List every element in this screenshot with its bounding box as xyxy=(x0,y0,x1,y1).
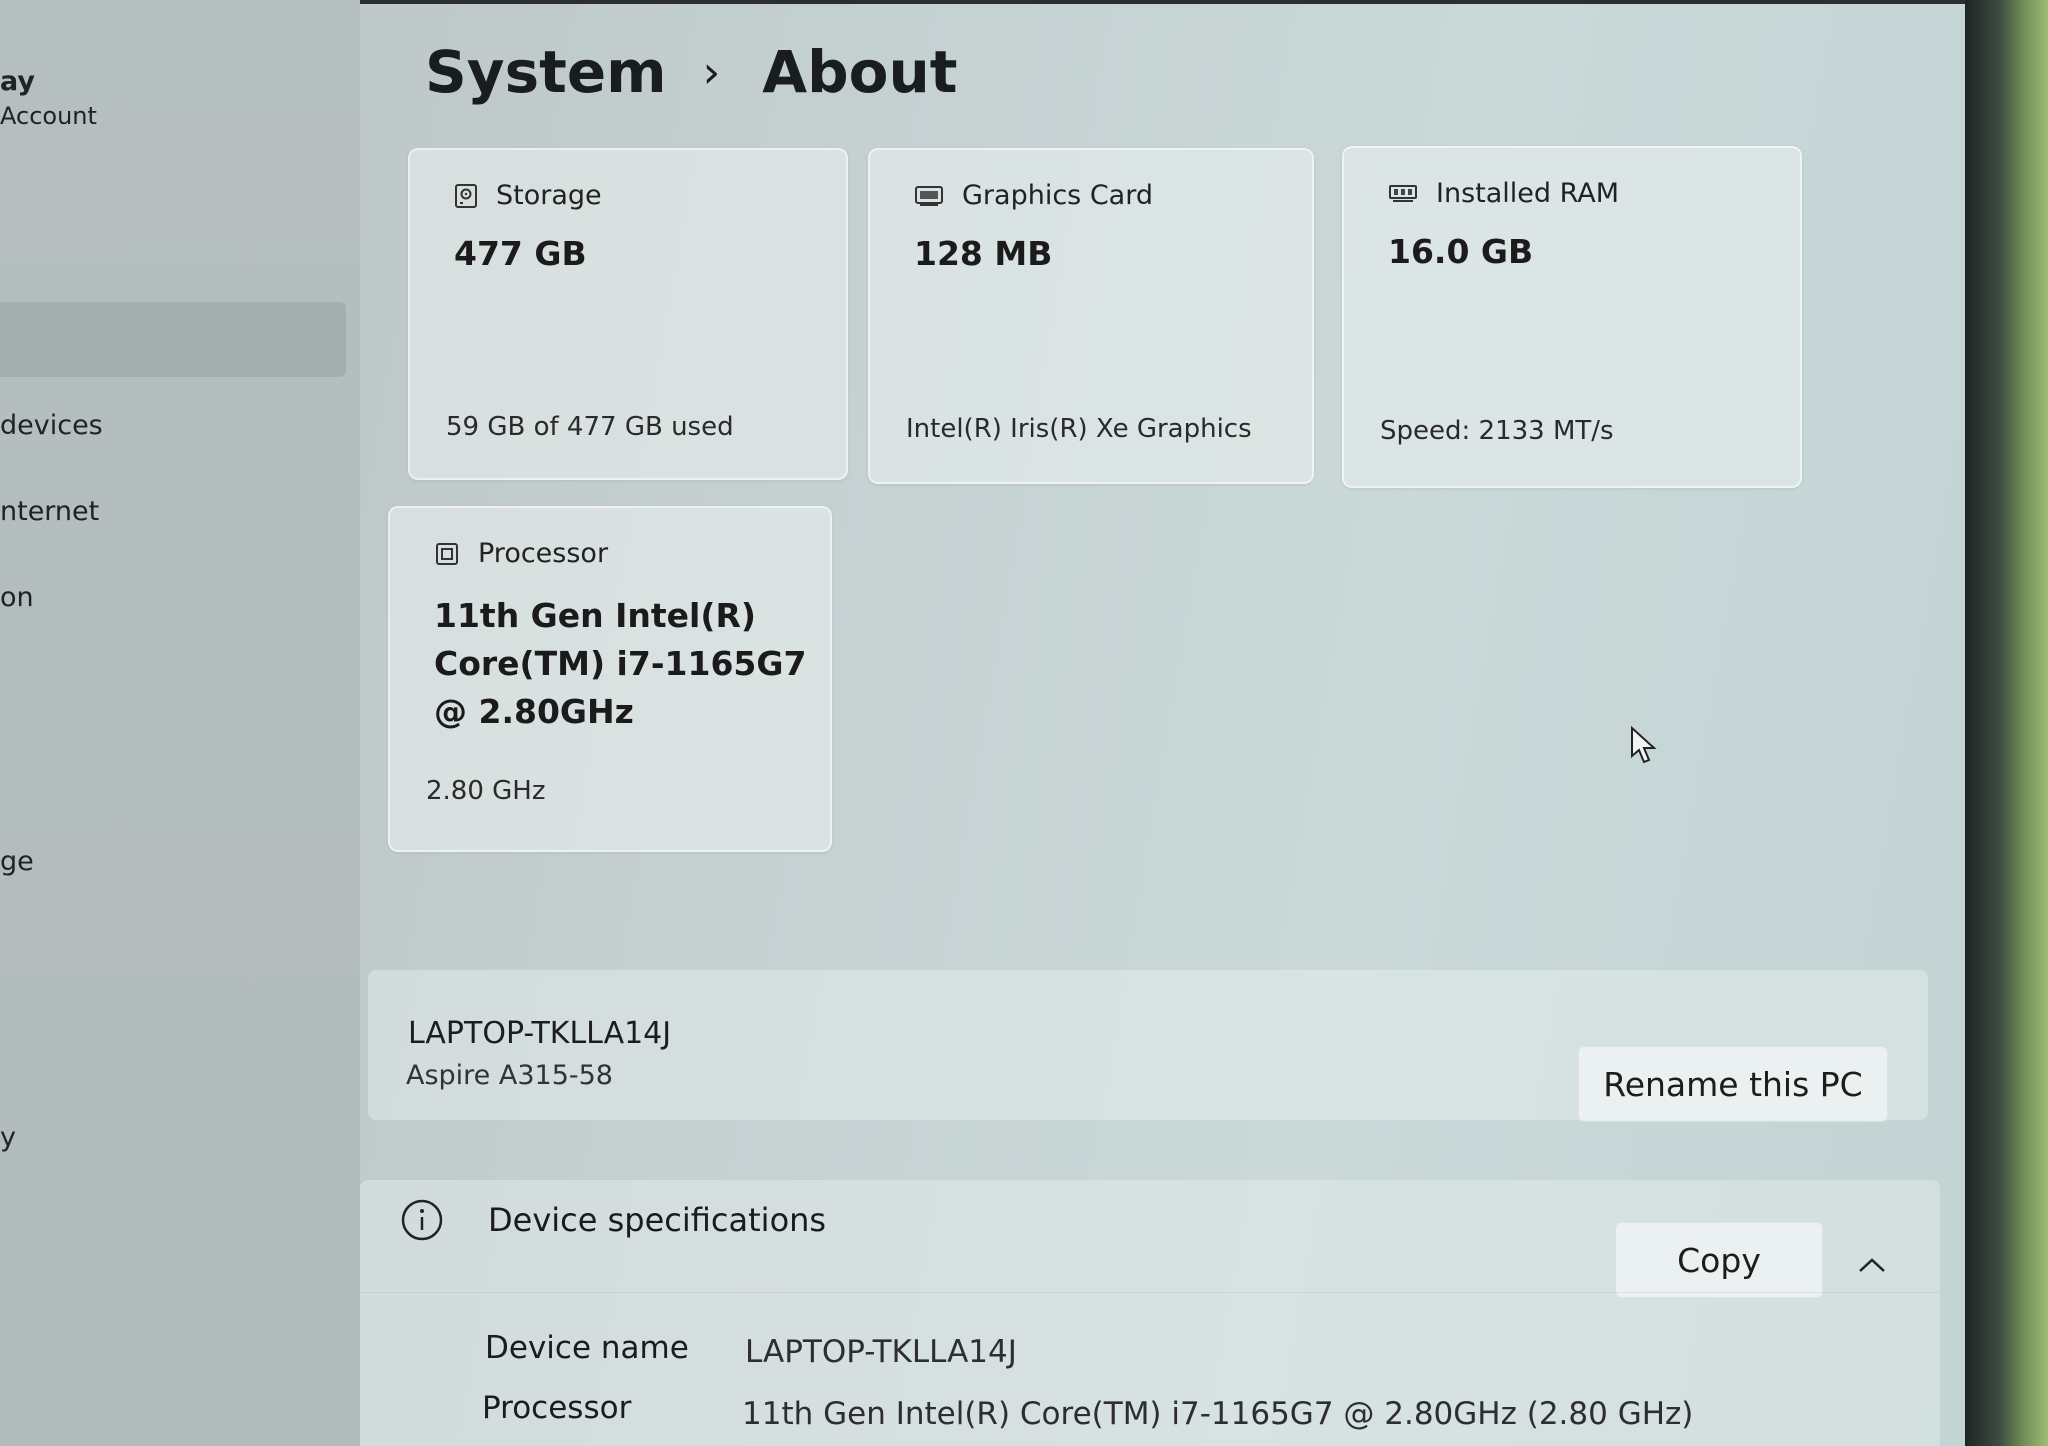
sidebar-item-privacy[interactable]: y xyxy=(0,1122,16,1153)
storage-title: Storage xyxy=(496,180,602,211)
breadcrumb: System › About xyxy=(425,38,958,106)
sidebar-item-network-internet[interactable]: nternet xyxy=(0,496,99,527)
sidebar-item-personalization[interactable]: on xyxy=(0,582,34,613)
breadcrumb-system[interactable]: System xyxy=(425,38,667,106)
sidebar-user-name: ay xyxy=(0,66,35,97)
processor-value: 11th Gen Intel(R) Core(TM) i7-1165G7 @ 2… xyxy=(434,596,807,731)
graphics-card-detail: Intel(R) Iris(R) Xe Graphics xyxy=(906,414,1252,444)
storage-icon xyxy=(455,183,477,208)
sidebar-user-account[interactable]: Account xyxy=(0,102,97,130)
device-specifications-title: Device specifications xyxy=(488,1201,827,1239)
installed-ram-title: Installed RAM xyxy=(1436,178,1620,209)
processor-header: Processor xyxy=(434,538,608,569)
ram-icon xyxy=(1389,184,1417,202)
installed-ram-detail: Speed: 2133 MT/s xyxy=(1380,416,1614,446)
sidebar-item-language[interactable]: ge xyxy=(0,846,34,877)
processor-title: Processor xyxy=(478,538,609,569)
storage-value: 477 GB xyxy=(454,234,587,273)
processor-card[interactable]: Processor 11th Gen Intel(R) Core(TM) i7-… xyxy=(388,506,832,852)
pc-name: LAPTOP-TKLLA14J xyxy=(408,1016,672,1051)
rename-pc-button[interactable]: Rename this PC xyxy=(1578,1046,1888,1122)
graphics-card-value: 128 MB xyxy=(914,234,1053,273)
spec-value-processor: 11th Gen Intel(R) Core(TM) i7-1165G7 @ 2… xyxy=(742,1396,1694,1432)
spec-label-processor: Processor xyxy=(482,1390,632,1426)
installed-ram-header: Installed RAM xyxy=(1388,178,1619,209)
screen-bezel xyxy=(1965,0,2048,1446)
processor-detail: 2.80 GHz xyxy=(426,776,546,806)
breadcrumb-separator: › xyxy=(702,46,721,98)
pc-name-row: LAPTOP-TKLLA14J Aspire A315-58 Rename th… xyxy=(368,970,1928,1122)
graphics-card-icon xyxy=(915,185,943,206)
storage-card[interactable]: Storage 477 GB 59 GB of 477 GB used xyxy=(408,148,848,480)
sidebar: ay Account devices nternet on ge y xyxy=(0,0,360,1446)
pc-model: Aspire A315-58 xyxy=(406,1060,613,1091)
graphics-card-card[interactable]: Graphics Card 128 MB Intel(R) Iris(R) Xe… xyxy=(868,148,1314,484)
processor-icon xyxy=(436,542,458,565)
sidebar-item-devices[interactable]: devices xyxy=(0,410,103,441)
collapse-chevron-up-icon[interactable] xyxy=(1852,1250,1892,1280)
spec-value-device-name: LAPTOP-TKLLA14J xyxy=(745,1334,1017,1370)
storage-detail: 59 GB of 477 GB used xyxy=(446,412,734,442)
window-top-edge xyxy=(300,0,1965,4)
graphics-card-header: Graphics Card xyxy=(914,180,1153,211)
sidebar-item-system-selected[interactable] xyxy=(0,302,346,377)
copy-button[interactable]: Copy xyxy=(1615,1222,1823,1298)
storage-card-header: Storage xyxy=(454,180,602,211)
spec-divider xyxy=(360,1292,1940,1293)
page-title: About xyxy=(762,38,958,106)
info-icon xyxy=(401,1199,443,1241)
mouse-cursor-icon xyxy=(1631,726,1657,764)
spec-label-device-name: Device name xyxy=(485,1330,689,1366)
installed-ram-value: 16.0 GB xyxy=(1388,232,1534,271)
device-specifications-header[interactable]: Device specifications xyxy=(400,1198,826,1242)
installed-ram-card[interactable]: Installed RAM 16.0 GB Speed: 2133 MT/s xyxy=(1342,146,1802,488)
graphics-card-title: Graphics Card xyxy=(962,180,1153,211)
device-specifications-section: Device specifications Copy Device name L… xyxy=(360,1180,1940,1446)
